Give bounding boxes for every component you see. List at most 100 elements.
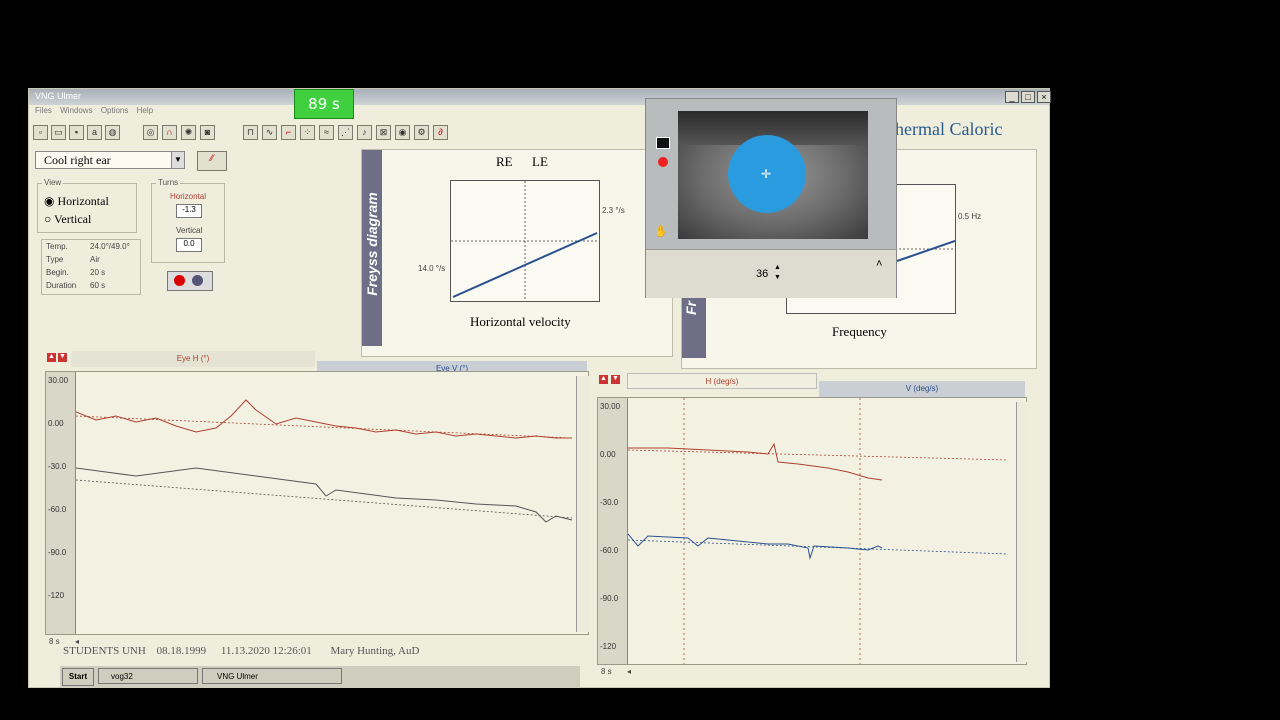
menu-windows[interactable]: Windows	[60, 106, 92, 115]
right-tab-h[interactable]: H (deg/s)	[627, 373, 817, 389]
thermal-xlabel: Frequency	[832, 324, 887, 339]
freyss-re: RE	[496, 154, 513, 169]
new-file-icon[interactable]: ▫	[33, 125, 48, 140]
tick-label: 30.00	[48, 376, 69, 385]
grid-icon[interactable]: ⁘	[300, 125, 315, 140]
right-up-icon[interactable]: ▲	[599, 375, 608, 384]
stepper-up-icon[interactable]: ▲	[774, 264, 781, 271]
view-vertical-label: Vertical	[54, 212, 92, 226]
caloric-icon[interactable]: ∂	[433, 125, 448, 140]
tick-label: 0.00	[600, 450, 616, 459]
left-trace-svg	[76, 399, 573, 523]
menu-options[interactable]: Options	[101, 106, 129, 115]
menu-help[interactable]: Help	[137, 106, 153, 115]
param-value: 24.0°/49.0°	[90, 242, 130, 251]
eye-threshold-value: 36	[756, 268, 769, 280]
pursuit-icon[interactable]: ≈	[319, 125, 334, 140]
camera-icon[interactable]: ◙	[200, 125, 215, 140]
right-trace-panel: ▲ ▼ H (deg/s) V (deg/s) 30.00 0.00 -30.0 -6…	[597, 373, 1027, 689]
left-v-baseline	[76, 479, 573, 519]
param-row: Temp. 24.0°/49.0°	[46, 242, 138, 251]
right-tab-v[interactable]: V (deg/s)	[819, 381, 1025, 397]
save-icon[interactable]: ▪	[69, 125, 84, 140]
positional-icon[interactable]: ♪	[357, 125, 372, 140]
left-tab-h[interactable]: Eye H (°)	[71, 351, 315, 367]
collapse-icon[interactable]: ˄	[876, 258, 882, 270]
param-row: Type Air	[46, 255, 138, 264]
stop-icon[interactable]	[192, 275, 203, 286]
tick-label: -90.0	[600, 594, 619, 603]
freyss-plot	[450, 180, 600, 302]
thermal-band-label: Fr	[683, 301, 699, 315]
param-key: Begin.	[46, 268, 69, 277]
target-icon[interactable]: ◎	[143, 125, 158, 140]
right-scroll-left-icon[interactable]: ◂	[627, 667, 631, 676]
menu-files[interactable]: Files	[35, 106, 52, 115]
view-vertical-radio[interactable]: ○ Vertical	[44, 212, 91, 227]
freyss-plot-svg	[451, 181, 599, 301]
report-icon[interactable]: a	[87, 125, 102, 140]
camera-mode-icon[interactable]	[656, 137, 670, 149]
tick-label: -60.0	[600, 546, 619, 555]
chevron-down-icon[interactable]: ▼	[171, 152, 184, 168]
eye-image: ✛	[678, 111, 868, 239]
param-key: Duration	[46, 281, 77, 290]
magnet-icon[interactable]: ∩	[162, 125, 177, 140]
tick-label: -60.0	[48, 505, 67, 514]
square-wave-icon[interactable]: ⊓	[243, 125, 258, 140]
minimize-button[interactable]: _	[1005, 91, 1019, 103]
crosshair-icon: ✛	[761, 167, 772, 181]
record-icon[interactable]	[174, 275, 185, 286]
freyss-le: LE	[532, 154, 548, 169]
sine-wave-icon[interactable]: ∿	[262, 125, 277, 140]
turns-group: Turns Horizontal -1.3 Vertical 0.0	[151, 178, 225, 263]
window-title: VNG Ulmer	[35, 91, 82, 101]
maximize-button[interactable]: □	[1021, 91, 1035, 103]
view-horizontal-radio[interactable]: ◉ Horizontal	[44, 194, 109, 209]
cancel-icon[interactable]: ⊠	[376, 125, 391, 140]
light-icon[interactable]: ✺	[181, 125, 196, 140]
stepper-down-icon[interactable]: ▼	[774, 274, 781, 281]
patient-icon[interactable]: ◍	[105, 125, 120, 140]
eye-camera-window: ✋ ✛ 36 ▲ ▼ ˄	[645, 98, 897, 298]
hand-drag-icon[interactable]: ✋	[654, 225, 668, 238]
thermal-line	[896, 240, 956, 262]
freyss-band: Freyss diagram	[362, 150, 382, 346]
tick-label: -120	[48, 591, 65, 600]
caloric-graph-icon[interactable]: ⁄⁄	[197, 151, 227, 171]
optokinetic-icon[interactable]: ⋰	[338, 125, 353, 140]
start-button[interactable]: Start	[62, 668, 94, 686]
saccade-icon[interactable]: ⌐	[281, 125, 296, 140]
status-bar: STUDENTS UNH 08.18.1999 11.13.2020 12:26…	[63, 645, 583, 663]
tick-label: 30.00	[600, 402, 621, 411]
left-trace-area: 30.00 0.00 -30.0 -60.0 -90.0 -120	[45, 371, 589, 635]
left-down-icon[interactable]: ▼	[58, 353, 67, 362]
status-patient: STUDENTS UNH	[63, 645, 146, 657]
param-value: 20 s	[90, 268, 106, 277]
tick-label: -120	[600, 642, 617, 651]
record-dot-icon[interactable]	[658, 157, 668, 167]
close-button[interactable]: ×	[1037, 91, 1051, 103]
left-trace-panel: ▲ ▼ Eye H (°) Eye V (°) 30.00 0.00 -30.0 -6…	[45, 351, 589, 691]
eye-popup-footer: 36 ▲ ▼ ˄	[646, 249, 896, 298]
left-scrollbar[interactable]	[576, 376, 589, 632]
test-select[interactable]: Cool right ear ▼	[35, 151, 185, 169]
tick-label: -90.0	[48, 548, 67, 557]
right-scale: 30.00 0.00 -30.0 -60.0 -90.0 -120	[598, 398, 628, 664]
toolbar: ▫ ▭ ▪ a ◍ ◎ ∩ ✺ ◙ ⊓ ∿ ⌐ ⁘ ≈ ⋰ ♪ ⊠ ◉ ⚙ ∂	[29, 121, 649, 143]
turns-horizontal-value: -1.3	[176, 204, 202, 218]
freyss-left-label: 14.0 °/s	[418, 264, 446, 273]
freyss-panel: Freyss diagram RE LE 2.3 °/s 14.0 °/s Ho…	[361, 149, 673, 357]
taskbar-item-vog32[interactable]: vog32	[98, 668, 198, 684]
left-up-icon[interactable]: ▲	[47, 353, 56, 362]
view-horizontal-label: Horizontal	[57, 194, 109, 208]
right-down-icon[interactable]: ▼	[611, 375, 620, 384]
settings-gear-icon[interactable]: ⚙	[414, 125, 429, 140]
open-folder-icon[interactable]: ▭	[51, 125, 66, 140]
taskbar-item-vng[interactable]: VNG Ulmer	[202, 668, 342, 684]
head-icon[interactable]: ◉	[395, 125, 410, 140]
right-v-trace	[628, 533, 883, 560]
right-scrollbar[interactable]	[1016, 402, 1027, 662]
left-h-trace	[76, 399, 572, 439]
tick-label: -30.0	[600, 498, 619, 507]
